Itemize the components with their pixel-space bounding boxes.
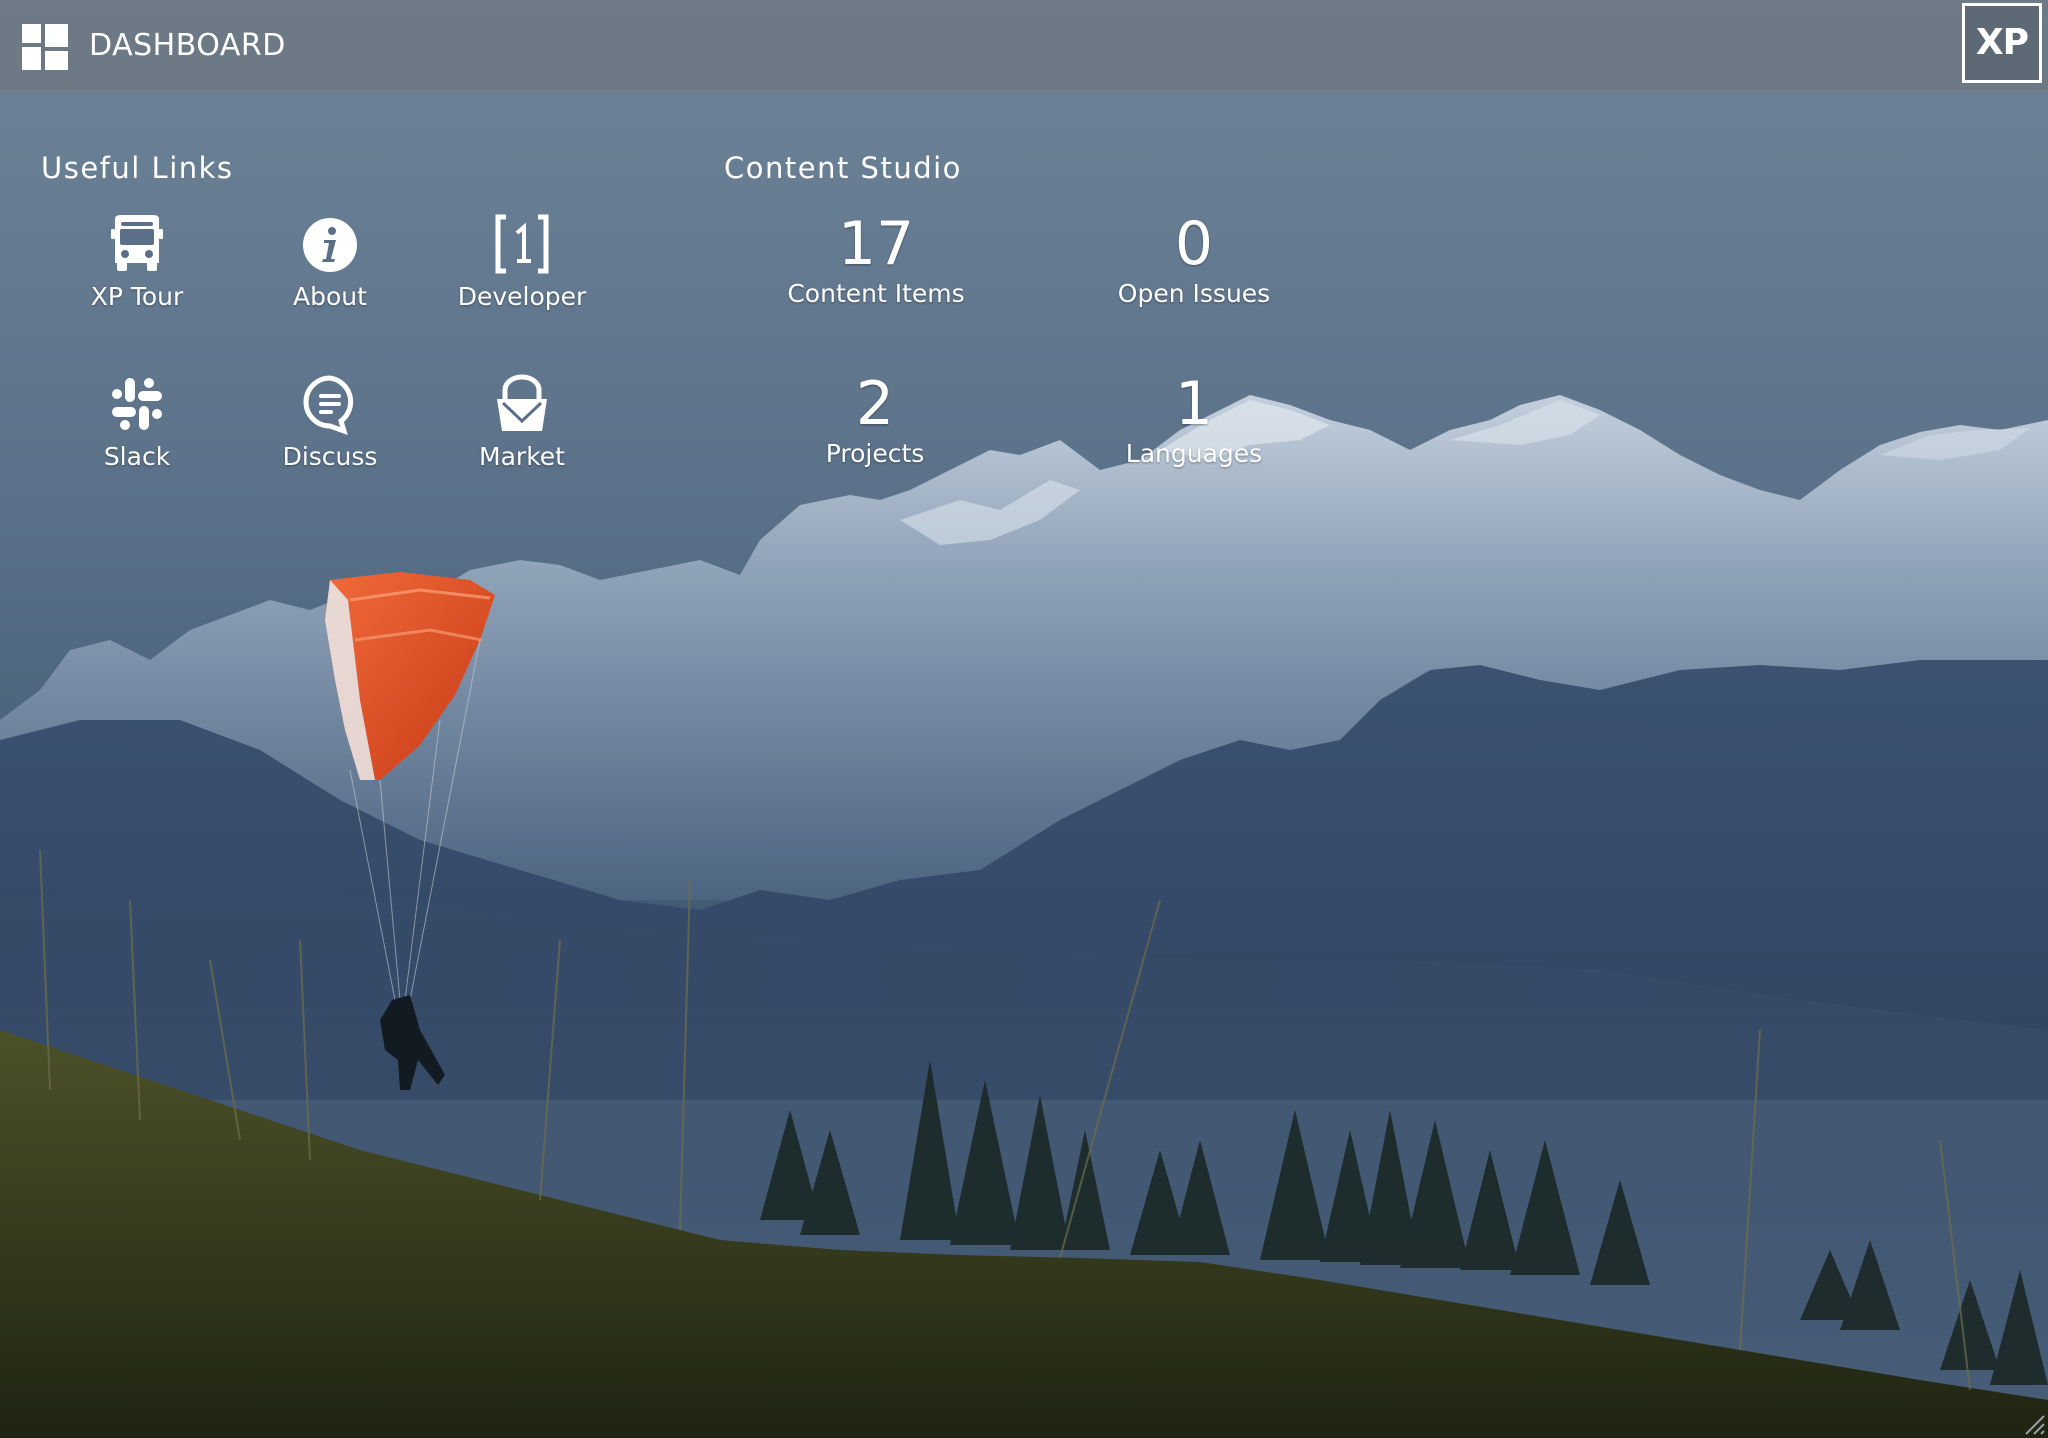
developer-link[interactable]: Developer (427, 213, 617, 333)
slack-icon (112, 378, 162, 430)
developer-label: Developer (457, 282, 587, 311)
about-label: About (293, 282, 367, 311)
xp-launcher-button[interactable]: XP (1962, 3, 2042, 83)
languages-label: Languages (1125, 439, 1263, 468)
top-bar: DASHBOARD XP (0, 0, 2048, 91)
content-items-stat[interactable]: 17 Content Items (756, 210, 996, 330)
open-issues-stat[interactable]: 0 Open Issues (1074, 210, 1314, 330)
useful-links-title: Useful Links (41, 151, 234, 185)
projects-count: 2 (855, 369, 895, 439)
open-issues-label: Open Issues (1117, 279, 1271, 308)
dashboard-grid-icon (22, 24, 68, 70)
dashboard-page: DASHBOARD XP Useful Links XP Tour About (0, 0, 2048, 1438)
market-label: Market (479, 442, 565, 471)
discuss-link[interactable]: Discuss (235, 373, 425, 493)
content-items-label: Content Items (787, 279, 965, 308)
content-studio-title: Content Studio (724, 151, 962, 185)
projects-label: Projects (825, 439, 925, 468)
about-link[interactable]: About (235, 213, 425, 333)
developer-bracket-icon (495, 214, 549, 274)
xp-tour-link[interactable]: XP Tour (42, 213, 232, 333)
chat-bubble-icon (303, 375, 354, 435)
app-title: DASHBOARD (89, 28, 286, 63)
slack-link[interactable]: Slack (42, 373, 232, 493)
languages-stat[interactable]: 1 Languages (1074, 370, 1314, 490)
market-link[interactable]: Market (427, 373, 617, 493)
content-items-count: 17 (837, 209, 915, 279)
info-icon (303, 218, 357, 272)
discuss-label: Discuss (282, 442, 378, 471)
bus-icon (111, 215, 163, 271)
basket-icon (497, 374, 547, 431)
languages-count: 1 (1174, 369, 1214, 439)
slack-label: Slack (103, 442, 171, 471)
projects-stat[interactable]: 2 Projects (755, 370, 995, 490)
xp-tour-label: XP Tour (90, 282, 184, 311)
open-issues-count: 0 (1174, 209, 1214, 279)
resize-grip-icon[interactable] (2020, 1410, 2046, 1436)
